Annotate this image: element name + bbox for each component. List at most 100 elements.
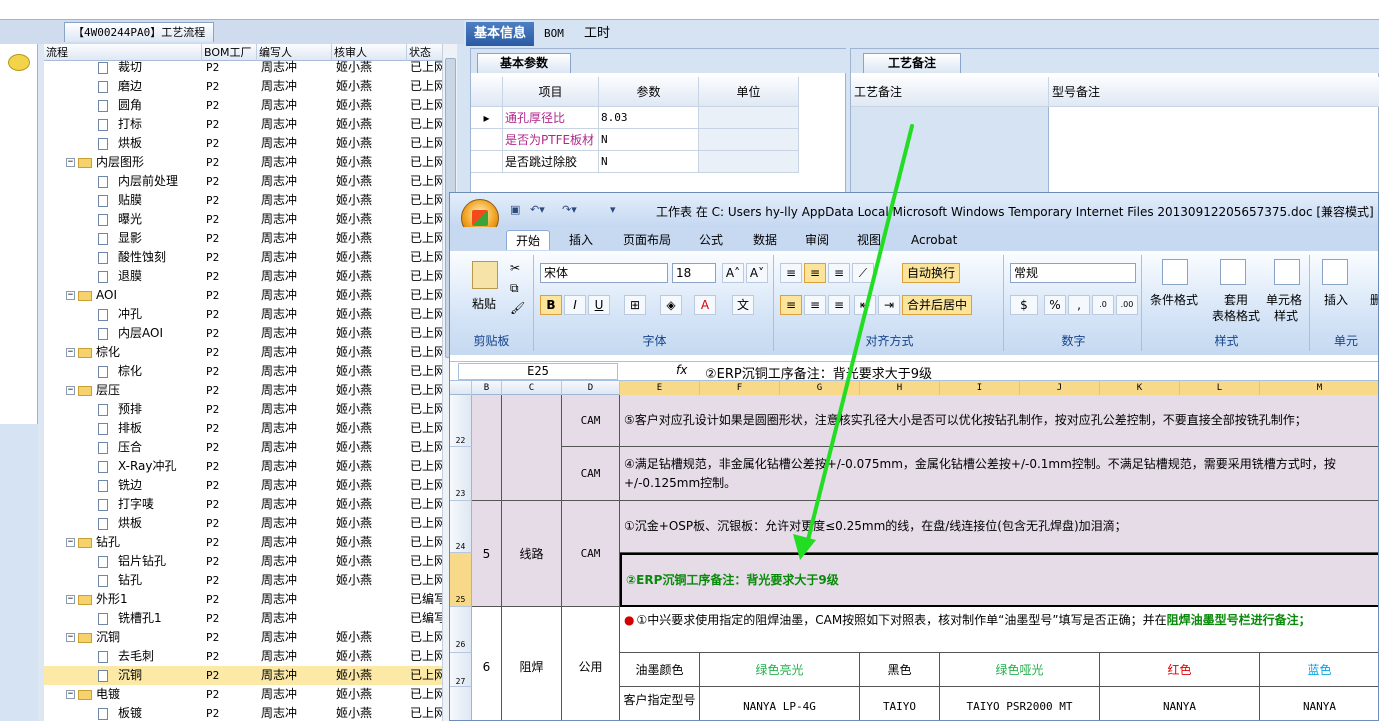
selected-cell[interactable]: ②ERP沉铜工序备注：背光要求大于9级 — [620, 553, 1378, 607]
cell[interactable]: NANYA LP-4G — [700, 687, 860, 720]
align-left-icon[interactable]: ≡ — [780, 295, 802, 315]
tab-process-notes[interactable]: 工艺备注 — [863, 53, 962, 73]
collapse-toggle-icon[interactable]: − — [66, 291, 75, 300]
col-header[interactable]: K — [1100, 381, 1180, 395]
tab-acrobat[interactable]: Acrobat — [902, 230, 966, 250]
tree-row[interactable]: 裁切 P2 周志冲 姬小燕 已上网 — [44, 58, 442, 77]
borders-icon[interactable]: ⊞ — [624, 295, 646, 315]
tree-row[interactable]: 烘板 P2 周志冲 姬小燕 已上网 — [44, 134, 442, 153]
tree-row[interactable]: 磨边 P2 周志冲 姬小燕 已上网 — [44, 77, 442, 96]
chat-bubble-icon[interactable] — [8, 54, 30, 71]
conditional-format-icon[interactable] — [1162, 259, 1188, 285]
undo-icon[interactable]: ↶▾ — [530, 203, 545, 219]
row-header[interactable]: 22 — [450, 395, 472, 447]
col-header[interactable]: B — [472, 381, 502, 395]
cell[interactable]: ⑤客户对应孔设计如果是圆圈形状，注意核实孔径大小是否可以优化按钻孔制作，按对应孔… — [620, 395, 1378, 447]
tree-row[interactable]: 铣边 P2 周志冲 姬小燕 已上网 — [44, 476, 442, 495]
cell[interactable]: 红色 — [1100, 653, 1260, 687]
col-header[interactable]: J — [1020, 381, 1100, 395]
tab-process-flow[interactable]: 【4W00244PA0】工艺流程 — [64, 22, 215, 42]
col-header[interactable]: E — [620, 381, 700, 395]
param-col-item[interactable]: 项目 — [503, 77, 599, 107]
tree-row[interactable]: − 外形1 P2 周志冲 已编写 — [44, 590, 442, 609]
tree-row[interactable]: 预排 P2 周志冲 姬小燕 已上网 — [44, 400, 442, 419]
comma-icon[interactable]: , — [1068, 295, 1090, 315]
collapse-toggle-icon[interactable]: − — [66, 595, 75, 604]
decrease-indent-icon[interactable]: ⇤ — [854, 295, 876, 315]
tree-row[interactable]: 内层AOI P2 周志冲 姬小燕 已上网 — [44, 324, 442, 343]
currency-icon[interactable]: $ — [1010, 295, 1038, 315]
tree-row[interactable]: 排板 P2 周志冲 姬小燕 已上网 — [44, 419, 442, 438]
cell[interactable]: 5 — [472, 501, 502, 607]
tab-insert[interactable]: 插入 — [560, 230, 602, 250]
cell[interactable]: 绿色哑光 — [940, 653, 1100, 687]
orientation-icon[interactable]: ⟋ — [852, 263, 874, 283]
tab-work-hours[interactable]: 工时 — [576, 22, 618, 46]
collapse-toggle-icon[interactable]: − — [66, 386, 75, 395]
cell[interactable]: 蓝色 — [1260, 653, 1378, 687]
tree-row[interactable]: 圆角 P2 周志冲 姬小燕 已上网 — [44, 96, 442, 115]
tab-basic-info[interactable]: 基本信息 — [466, 22, 535, 46]
cell[interactable]: 绿色亮光 — [700, 653, 860, 687]
italic-icon[interactable]: I — [564, 295, 586, 315]
collapse-toggle-icon[interactable]: − — [66, 158, 75, 167]
paste-icon[interactable] — [472, 261, 498, 289]
tree-row[interactable]: 打标 P2 周志冲 姬小燕 已上网 — [44, 115, 442, 134]
tab-bom[interactable]: BOM — [536, 22, 572, 46]
tab-review[interactable]: 审阅 — [796, 230, 838, 250]
grow-font-icon[interactable]: A˄ — [722, 263, 744, 283]
row-header[interactable]: 24 — [450, 501, 472, 553]
notes-col-process[interactable]: 工艺备注 — [851, 77, 1049, 107]
tree-row[interactable]: 退膜 P2 周志冲 姬小燕 已上网 — [44, 267, 442, 286]
font-size-select[interactable]: 18 — [672, 263, 716, 283]
cell[interactable]: CAM — [562, 395, 620, 447]
cell-styles-button-1[interactable]: 单元格 — [1266, 291, 1302, 308]
param-col-unit[interactable]: 单位 — [699, 77, 799, 107]
tree-row[interactable]: 沉铜 P2 周志冲 姬小燕 已上网 — [44, 666, 442, 685]
tree-row[interactable]: 铝片钻孔 P2 周志冲 姬小燕 已上网 — [44, 552, 442, 571]
cell[interactable]: 黑色 — [860, 653, 940, 687]
align-center-icon[interactable]: ≡ — [804, 295, 826, 315]
shrink-font-icon[interactable]: A˅ — [746, 263, 768, 283]
col-header[interactable]: D — [562, 381, 620, 395]
format-table-button-2[interactable]: 表格格式 — [1212, 307, 1260, 324]
cell[interactable]: TAIYO — [860, 687, 940, 720]
row-header[interactable]: 26 — [450, 607, 472, 653]
name-box[interactable]: E25 — [458, 363, 618, 380]
wrap-text-button[interactable]: 自动换行 — [902, 263, 961, 283]
tab-data[interactable]: 数据 — [744, 230, 786, 250]
cut-icon[interactable]: ✂ — [510, 261, 520, 275]
tree-row[interactable]: 贴膜 P2 周志冲 姬小燕 已上网 — [44, 191, 442, 210]
insert-cells-button[interactable]: 插入 — [1324, 291, 1348, 308]
tree-row[interactable]: 烘板 P2 周志冲 姬小燕 已上网 — [44, 514, 442, 533]
align-bottom-icon[interactable]: ≡ — [828, 263, 850, 283]
cell[interactable]: NANYA — [1260, 687, 1378, 720]
cell[interactable]: 油墨颜色 — [620, 653, 700, 687]
cell[interactable]: 线路 — [502, 501, 562, 607]
paste-button[interactable]: 粘贴 — [472, 295, 496, 312]
percent-icon[interactable]: % — [1044, 295, 1066, 315]
row-header[interactable] — [450, 687, 472, 720]
tab-basic-params[interactable]: 基本参数 — [477, 53, 572, 73]
col-header[interactable]: F — [700, 381, 780, 395]
cell[interactable]: ④满足钻槽规范，非金属化钻槽公差按+/-0.075mm，金属化钻槽公差按+/-0… — [620, 447, 1378, 501]
merge-center-button[interactable]: 合并后居中 — [902, 295, 973, 315]
worksheet-grid[interactable]: 22 23 24 25 26 27 CAM ⑤客户对应孔设计如果是圆圈形状，注意… — [450, 395, 1378, 720]
tree-row[interactable]: − 钻孔 P2 周志冲 姬小燕 已上网 — [44, 533, 442, 552]
cell[interactable]: 6 — [472, 607, 502, 720]
tab-home[interactable]: 开始 — [506, 230, 551, 250]
tree-row[interactable]: X-Ray冲孔 P2 周志冲 姬小燕 已上网 — [44, 457, 442, 476]
collapse-toggle-icon[interactable]: − — [66, 633, 75, 642]
param-col-value[interactable]: 参数 — [599, 77, 699, 107]
tree-row[interactable]: 打字唛 P2 周志冲 姬小燕 已上网 — [44, 495, 442, 514]
formula-input[interactable]: ②ERP沉铜工序备注：背光要求大于9级 — [705, 363, 932, 382]
insert-cells-icon[interactable] — [1322, 259, 1348, 285]
col-header[interactable]: L — [1180, 381, 1260, 395]
save-icon[interactable]: ▣ — [510, 203, 520, 219]
increase-decimal-icon[interactable]: .0 — [1092, 295, 1114, 315]
row-header[interactable]: 25 — [450, 553, 472, 607]
tab-page-layout[interactable]: 页面布局 — [614, 230, 680, 250]
param-item[interactable]: 通孔厚径比 — [503, 107, 599, 129]
tree-row[interactable]: 铣槽孔1 P2 周志冲 已编写 — [44, 609, 442, 628]
phonetic-icon[interactable]: 文 — [732, 295, 754, 315]
